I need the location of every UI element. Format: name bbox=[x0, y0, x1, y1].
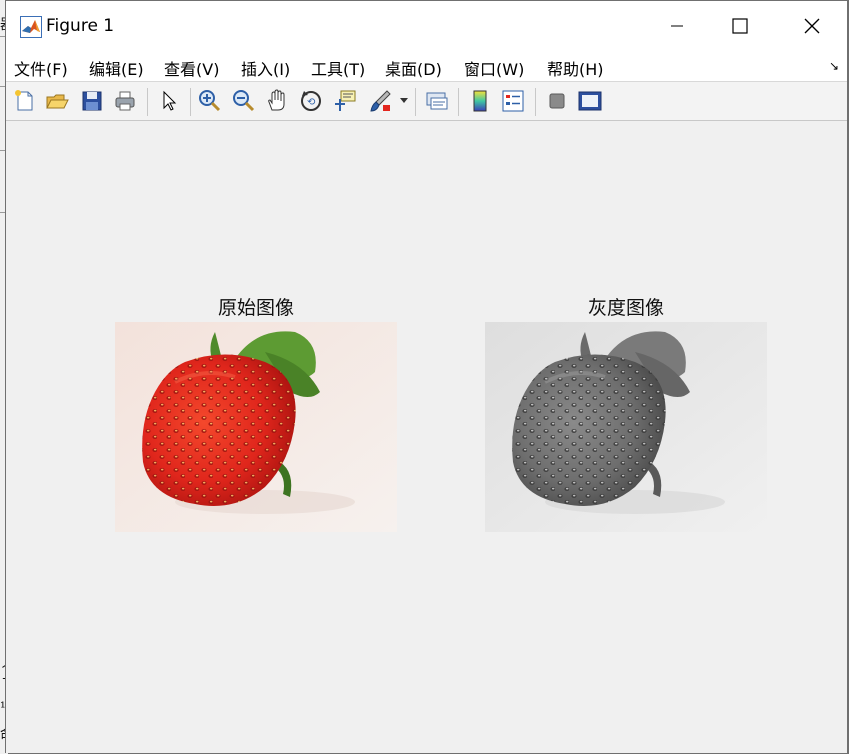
menu-tools[interactable]: 工具(T) bbox=[311, 56, 365, 80]
menu-file[interactable]: 文件(F) bbox=[14, 56, 68, 80]
open-file-icon[interactable] bbox=[44, 88, 70, 114]
menu-dock-arrow-icon[interactable]: ↘ bbox=[829, 59, 839, 73]
menu-window[interactable]: 窗口(W) bbox=[464, 56, 524, 80]
original-image bbox=[115, 322, 397, 532]
figure-canvas: 原始图像 灰度图像 bbox=[6, 122, 847, 753]
menu-view[interactable]: 查看(V) bbox=[164, 56, 219, 80]
svg-text:⟲: ⟲ bbox=[307, 97, 316, 108]
zoom-in-icon[interactable] bbox=[197, 88, 223, 114]
zoom-out-icon[interactable] bbox=[231, 88, 257, 114]
menu-bar: 文件(F) 编辑(E) 查看(V) 插入(I) 工具(T) 桌面(D) 窗口(W… bbox=[6, 51, 847, 81]
rotate-3d-icon[interactable]: ⟲ bbox=[298, 88, 324, 114]
pointer-icon[interactable] bbox=[156, 88, 182, 114]
minimize-button[interactable] bbox=[654, 9, 700, 43]
show-plot-tools-icon[interactable] bbox=[577, 88, 603, 114]
figure-window: Figure 1 文件(F) 编辑(E) 查看(V) 插入(I) 工具(T) 桌… bbox=[5, 0, 848, 753]
legend-icon[interactable] bbox=[500, 88, 526, 114]
matlab-logo-icon bbox=[20, 16, 42, 38]
print-icon[interactable] bbox=[112, 88, 138, 114]
new-figure-icon[interactable] bbox=[11, 88, 37, 114]
pan-hand-icon[interactable] bbox=[264, 88, 290, 114]
grayscale-image bbox=[485, 322, 767, 532]
brush-icon[interactable] bbox=[367, 88, 393, 114]
title-bar[interactable]: Figure 1 bbox=[6, 1, 847, 51]
toolbar-separator bbox=[535, 88, 536, 116]
hide-plot-tools-icon[interactable] bbox=[544, 88, 570, 114]
window-title: Figure 1 bbox=[46, 16, 115, 36]
toolbar-separator bbox=[458, 88, 459, 116]
minimize-icon bbox=[671, 25, 683, 27]
menu-edit[interactable]: 编辑(E) bbox=[89, 56, 144, 80]
right-axes-title: 灰度图像 bbox=[587, 297, 664, 319]
brush-dropdown-icon[interactable] bbox=[400, 98, 408, 104]
figure-toolbar: ⟲ bbox=[6, 81, 847, 121]
menu-help[interactable]: 帮助(H) bbox=[547, 56, 604, 80]
close-icon bbox=[804, 18, 820, 34]
close-button[interactable] bbox=[789, 9, 835, 43]
data-cursor-icon[interactable] bbox=[332, 88, 358, 114]
menu-desktop[interactable]: 桌面(D) bbox=[385, 56, 442, 80]
left-axes-title: 原始图像 bbox=[217, 297, 294, 319]
menu-insert[interactable]: 插入(I) bbox=[241, 56, 290, 80]
maximize-icon bbox=[732, 18, 748, 34]
toolbar-separator bbox=[415, 88, 416, 116]
toolbar-separator bbox=[190, 88, 191, 116]
maximize-button[interactable] bbox=[717, 9, 763, 43]
save-icon[interactable] bbox=[79, 88, 105, 114]
link-plot-icon[interactable] bbox=[424, 88, 450, 114]
toolbar-separator bbox=[147, 88, 148, 116]
colorbar-icon[interactable] bbox=[467, 88, 493, 114]
